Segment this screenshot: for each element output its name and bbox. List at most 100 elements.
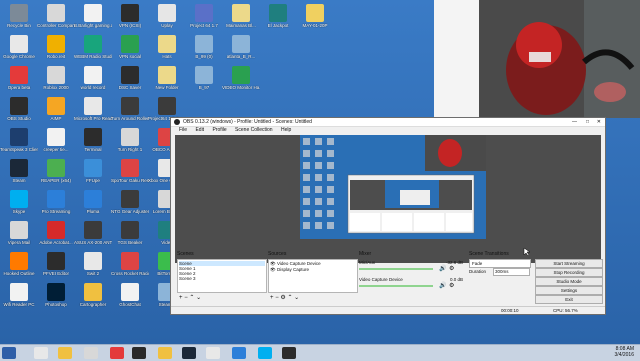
desktop-icon[interactable]: Project 64 1.7 — [185, 4, 223, 28]
menu-profile[interactable]: Profile — [212, 127, 226, 133]
desktop-icon[interactable]: SpoTour Gaku Res... — [111, 159, 149, 183]
source-settings-icon[interactable]: ⚙ — [280, 295, 285, 301]
scenes-list[interactable]: Scene Scene 1 Scene 2 Scene 3 — [177, 259, 267, 293]
menu-scene-collection[interactable]: Scene Collection — [235, 127, 273, 133]
desktop-icon[interactable]: VIDEO Monitor Ha... — [222, 66, 260, 90]
desktop-icon[interactable]: Turn Right 1 — [111, 128, 149, 152]
studio-mode-button[interactable]: Studio Mode — [535, 277, 603, 286]
folder-task[interactable] — [158, 347, 172, 359]
desktop-icon[interactable]: Swit 2 — [74, 252, 112, 276]
desktop-icon[interactable]: Opera beta — [0, 66, 38, 90]
desktop-icon[interactable]: TeamSpeak 3 Client — [0, 128, 38, 152]
desktop-icon[interactable]: ASUS AX-200 ANT — [74, 221, 112, 245]
desktop-icon[interactable]: Maimanas Bl... — [222, 4, 260, 28]
desktop-icon[interactable]: VPN social — [111, 35, 149, 59]
add-scene-button[interactable]: + — [179, 295, 183, 301]
duration-input[interactable]: 300ms — [493, 268, 530, 276]
desktop-icon[interactable]: B.Barlight gaming.ad — [74, 4, 112, 28]
desktop-icon[interactable]: TGS Beaker — [111, 221, 149, 245]
obs-preview[interactable] — [175, 135, 601, 263]
desktop-icon[interactable]: El Jackpot — [259, 4, 297, 28]
desktop-icon[interactable]: WEBM Radio Studio — [74, 35, 112, 59]
chrome-task[interactable] — [34, 347, 48, 359]
mixer-channel-1-mute-icon[interactable]: 🔊 — [439, 265, 446, 272]
settings-button[interactable]: Settings — [535, 286, 603, 295]
exit-button[interactable]: Exit — [535, 295, 603, 304]
media-task[interactable] — [84, 347, 98, 359]
source-up-button[interactable]: ⌃ — [287, 295, 292, 301]
desktop-icon[interactable]: Adobe Acrobat... — [37, 221, 75, 245]
scene-down-button[interactable]: ⌄ — [196, 295, 201, 301]
desktop-icon[interactable]: Microsoft Pro Reader — [74, 97, 112, 121]
desktop-icon[interactable]: Hooked Outline — [0, 252, 38, 276]
desktop-icon[interactable]: Roblox 2000 — [37, 66, 75, 90]
desktop-icon[interactable]: NTG Gear Adjuster 1.5 — [111, 190, 149, 214]
opera-task[interactable] — [110, 347, 124, 359]
desktop-icon[interactable]: MAY-01-20P — [296, 4, 334, 28]
desktop-icon[interactable]: New Folder — [148, 66, 186, 90]
desktop-icon[interactable]: Robo.reit — [37, 35, 75, 59]
start-streaming-button[interactable]: Start Streaming — [535, 259, 603, 268]
desktop-icon[interactable]: Terminal — [74, 128, 112, 152]
desktop-icon[interactable]: Recycle Bin — [0, 4, 38, 28]
remove-scene-button[interactable]: − — [184, 295, 188, 301]
desktop-icon[interactable]: Pro Streaming — [37, 190, 75, 214]
add-source-button[interactable]: + — [270, 295, 274, 301]
menu-file[interactable]: File — [179, 127, 187, 133]
desktop-icon[interactable]: Wifi Reader PC — [0, 283, 38, 307]
chrome2-task[interactable] — [206, 347, 220, 359]
desktop-icon[interactable]: Vipera Mail — [0, 221, 38, 245]
steam-task[interactable] — [182, 347, 196, 359]
desktop-icon[interactable]: Photoshop — [37, 283, 75, 307]
visibility-eye-icon[interactable]: 👁 — [270, 261, 277, 266]
stop-recording-button[interactable]: Stop Recording — [535, 268, 603, 277]
desktop-icon[interactable]: B_99 (0) — [185, 35, 223, 59]
desktop-icon[interactable]: FFUpe — [74, 159, 112, 183]
desktop-icon[interactable]: VPN (ICSI) — [111, 4, 149, 28]
mixer-channel-2-mute-icon[interactable]: 🔊 — [439, 282, 446, 289]
source-down-button[interactable]: ⌄ — [294, 295, 299, 301]
desktop-icon[interactable]: Steam — [0, 159, 38, 183]
remove-source-button[interactable]: − — [275, 295, 279, 301]
mixer-channel-2-slider[interactable] — [359, 285, 433, 287]
desktop-icon[interactable]: creeper tie... — [37, 128, 75, 152]
desktop-icon[interactable]: Turn Around Rollen Oh — [111, 97, 149, 121]
visibility-eye-icon[interactable]: 👁 — [270, 267, 277, 272]
desktop-icon[interactable]: Hats — [148, 35, 186, 59]
video-task[interactable] — [132, 347, 146, 359]
desktop-icon[interactable]: Cartographer — [74, 283, 112, 307]
desktop-icon[interactable]: Uplay — [148, 4, 186, 28]
desktop-icon[interactable]: B_97 — [185, 66, 223, 90]
desktop-icon[interactable]: REAPER (x64) — [37, 159, 75, 183]
menu-help[interactable]: Help — [281, 127, 291, 133]
sources-list[interactable]: 👁 Video Capture Device 👁 Display Capture — [268, 259, 358, 293]
desktop-icon[interactable]: Pluma — [74, 190, 112, 214]
close-button[interactable]: ✕ — [597, 118, 601, 126]
scene-up-button[interactable]: ⌃ — [189, 295, 194, 301]
mixer-channel-2-settings-icon[interactable]: ⚙ — [449, 282, 454, 289]
mixer-channel-1-slider[interactable] — [359, 268, 433, 270]
system-tray[interactable]: 8:08 AM 3/4/2016 — [615, 346, 634, 358]
explorer-task[interactable] — [58, 347, 72, 359]
menu-edit[interactable]: Edit — [195, 127, 204, 133]
desktop-icon[interactable]: OBS Studio — [0, 97, 38, 121]
desktop-icon[interactable]: GhostChat — [111, 283, 149, 307]
desktop-icon[interactable]: Controller Companion — [37, 4, 75, 28]
start-button[interactable] — [2, 347, 16, 359]
desktop-icon[interactable]: Google Chrome — [0, 35, 38, 59]
maximize-button[interactable]: □ — [586, 118, 589, 126]
ie-task[interactable] — [232, 347, 246, 359]
desktop-icon[interactable]: atlanta_B_R... — [222, 35, 260, 59]
source-item[interactable]: 👁 Display Capture — [270, 267, 356, 273]
skype-task[interactable] — [258, 347, 272, 359]
desktop-icon[interactable]: Skype — [0, 190, 38, 214]
mixer-channel-1-settings-icon[interactable]: ⚙ — [449, 265, 454, 272]
transition-type-select[interactable]: Fade — [469, 259, 531, 268]
desktop-icon[interactable]: PFVEI Editor — [37, 252, 75, 276]
scene-item[interactable]: Scene 3 — [179, 276, 265, 281]
desktop-icon[interactable]: AIMP — [37, 97, 75, 121]
obs-task[interactable] — [282, 347, 296, 359]
desktop-icon[interactable]: DSC Saver — [111, 66, 149, 90]
desktop-icon[interactable]: Cross Rocket Racing — [111, 252, 149, 276]
minimize-button[interactable]: — — [572, 118, 577, 126]
